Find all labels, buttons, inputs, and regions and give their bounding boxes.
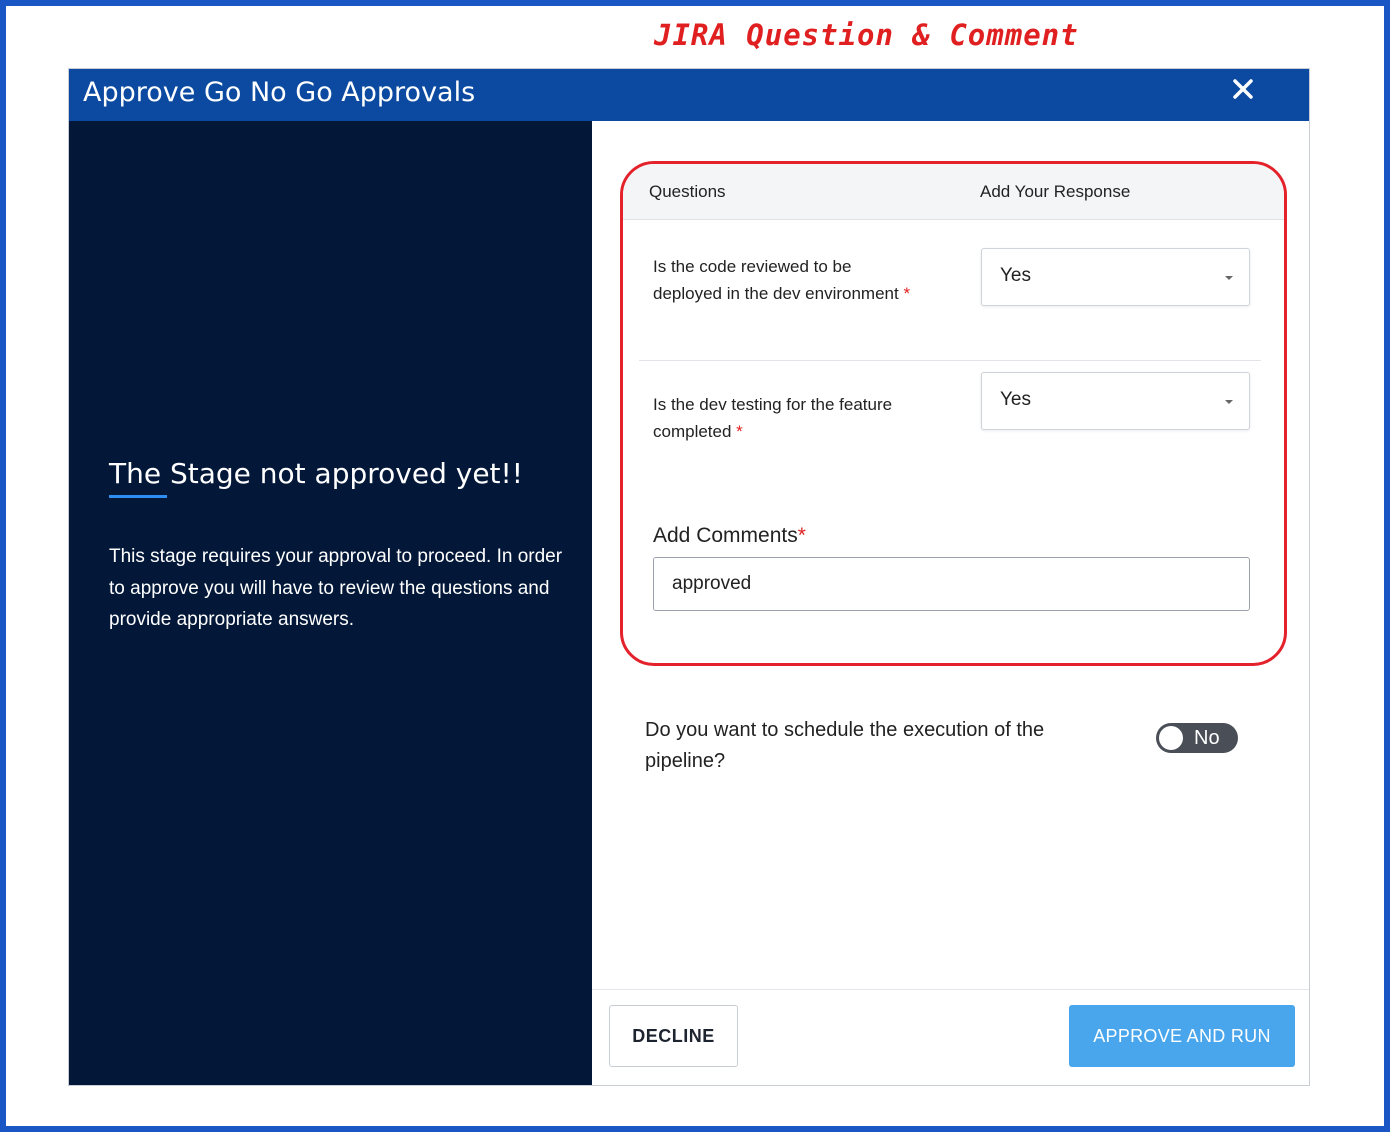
required-marker: * <box>736 421 743 441</box>
chevron-down-icon <box>1225 276 1233 280</box>
dialog-header: Approve Go No Go Approvals <box>69 69 1309 121</box>
comments-label: Add Comments* <box>653 524 806 548</box>
title-underline <box>109 495 167 498</box>
approval-dialog: Approve Go No Go Approvals The Stage not… <box>68 68 1310 1086</box>
stage-status-title: The Stage not approved yet!! <box>109 457 523 490</box>
approve-and-run-button[interactable]: APPROVE AND RUN <box>1069 1005 1295 1067</box>
toggle-state-label: No <box>1194 727 1220 749</box>
decline-button[interactable]: DECLINE <box>609 1005 738 1067</box>
response-column-header: Add Your Response <box>980 182 1131 201</box>
questions-card: Questions Add Your Response Is the code … <box>620 161 1287 666</box>
dialog-title: Approve Go No Go Approvals <box>83 77 476 108</box>
required-marker: * <box>903 283 911 303</box>
selected-value: Yes <box>1000 389 1031 410</box>
question-code-reviewed: Is the code reviewed to be deployed in t… <box>653 254 913 307</box>
approval-form-panel: Questions Add Your Response Is the code … <box>592 121 1309 989</box>
response-select-dev-testing[interactable]: Yes <box>981 372 1250 430</box>
close-icon[interactable] <box>1229 75 1257 103</box>
stage-description: This stage requires your approval to pro… <box>109 546 563 630</box>
question-text: Is the dev testing for the feature compl… <box>653 395 893 441</box>
comments-input[interactable] <box>653 557 1250 611</box>
schedule-toggle[interactable]: No <box>1156 723 1238 753</box>
questions-table-header: Questions Add Your Response <box>623 164 1284 220</box>
stage-info-panel: The Stage not approved yet!! This stage … <box>69 121 592 1085</box>
response-select-code-reviewed[interactable]: Yes <box>981 248 1250 306</box>
row-divider <box>639 360 1261 361</box>
toggle-knob <box>1159 726 1183 750</box>
selected-value: Yes <box>1000 265 1031 286</box>
questions-column-header: Questions <box>649 182 726 201</box>
annotation-label: JIRA Question & Comment <box>654 18 1079 52</box>
question-text: Is the code reviewed to be deployed in t… <box>653 257 899 303</box>
dialog-footer: DECLINE APPROVE AND RUN <box>592 989 1309 1085</box>
required-marker: * <box>797 524 806 547</box>
chevron-down-icon <box>1225 400 1233 404</box>
comments-label-text: Add Comments <box>653 524 798 547</box>
schedule-question: Do you want to schedule the execution of… <box>645 719 1045 772</box>
question-dev-testing: Is the dev testing for the feature compl… <box>653 392 913 445</box>
